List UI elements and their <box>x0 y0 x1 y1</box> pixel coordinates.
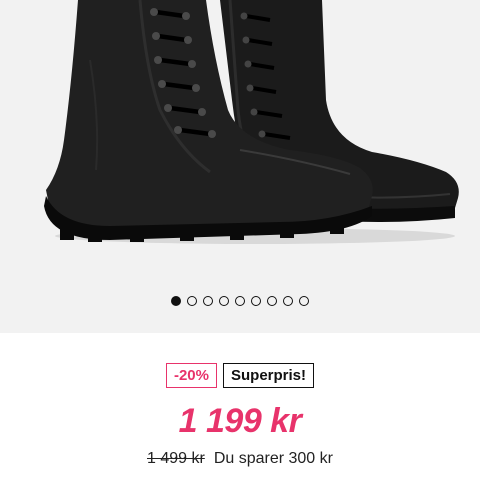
old-price: 1 499 kr <box>147 450 205 467</box>
carousel-dot[interactable] <box>219 296 229 306</box>
carousel-dot[interactable] <box>267 296 277 306</box>
carousel-dot[interactable] <box>235 296 245 306</box>
carousel-dot[interactable] <box>283 296 293 306</box>
superpris-badge: Superpris! <box>223 363 315 388</box>
current-price: 1 199 kr <box>178 402 302 440</box>
savings-text: Du sparer 300 kr <box>213 450 333 467</box>
product-image-gallery[interactable] <box>0 0 480 333</box>
carousel-dot[interactable] <box>187 296 197 306</box>
old-price-row: 1 499 kr Du sparer 300 kr <box>0 450 480 468</box>
product-boots-image[interactable] <box>0 0 480 290</box>
carousel-dot[interactable] <box>203 296 213 306</box>
carousel-pagination <box>0 294 480 308</box>
carousel-dot[interactable] <box>251 296 261 306</box>
discount-badge: -20% <box>165 363 217 388</box>
price-panel: -20% Superpris! 1 199 kr 1 499 kr Du spa… <box>0 333 480 480</box>
carousel-dot[interactable] <box>299 296 309 306</box>
badge-row: -20% Superpris! <box>0 363 480 388</box>
carousel-dot[interactable] <box>171 296 181 306</box>
